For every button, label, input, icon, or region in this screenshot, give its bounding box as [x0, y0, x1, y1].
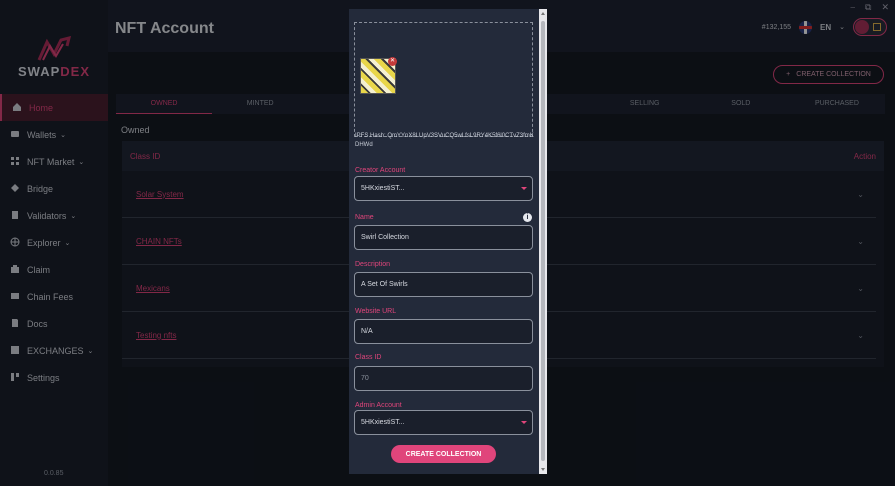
caret-down-icon — [521, 421, 527, 424]
create-collection-modal: ✕ IPFS Hash: QmYYnX8LUpV3SVuCQ5wLfsL9RY4… — [349, 9, 547, 474]
modal-scrollbar[interactable] — [539, 9, 547, 474]
scroll-thumb[interactable] — [541, 21, 545, 461]
caret-down-icon — [521, 187, 527, 190]
ipfs-hash: IPFS Hash: QmYYnX8LUpV3SVuCQ5wLfsL9RY4K5… — [355, 133, 534, 148]
website-input[interactable]: N/A — [354, 319, 533, 344]
info-icon[interactable]: i — [523, 213, 532, 222]
scroll-down-icon[interactable] — [541, 468, 545, 471]
admin-label: Admin Account — [355, 402, 402, 409]
name-label: Name — [355, 214, 374, 221]
admin-select[interactable]: 5HKxiestiST... — [354, 410, 533, 435]
image-dropzone[interactable]: ✕ — [354, 22, 533, 137]
uploaded-image-thumbnail: ✕ — [360, 57, 397, 94]
description-input[interactable]: A Set Of Swirls — [354, 272, 533, 297]
website-label: Website URL — [355, 308, 397, 315]
class-id-input[interactable]: 70 — [354, 366, 533, 391]
description-label: Description — [355, 261, 391, 268]
create-collection-submit[interactable]: CREATE COLLECTION — [391, 445, 496, 463]
scroll-up-icon[interactable] — [541, 12, 545, 15]
class-id-label: Class ID — [355, 354, 382, 361]
name-input[interactable]: Swirl Collection — [354, 225, 533, 250]
creator-label: Creator Account — [355, 167, 406, 174]
remove-image-icon[interactable]: ✕ — [388, 57, 397, 66]
creator-select[interactable]: 5HKxiestiST... — [354, 176, 533, 201]
